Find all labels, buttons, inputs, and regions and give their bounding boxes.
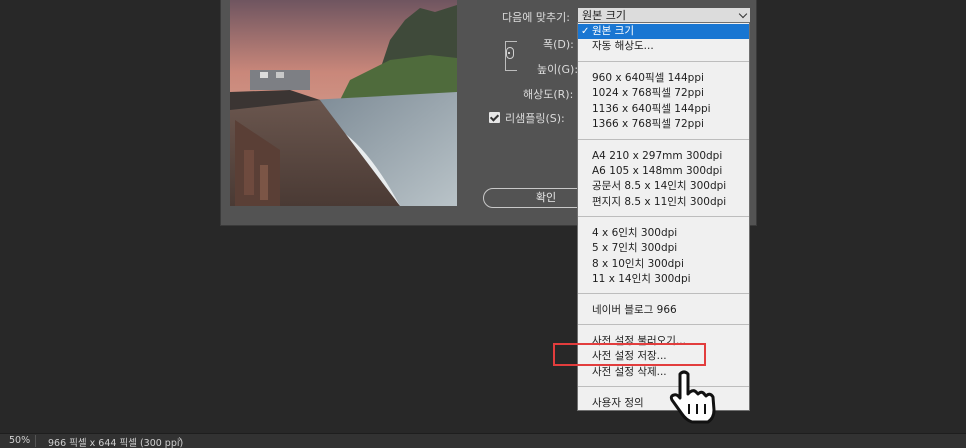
menu-item-preset[interactable]: 5 x 7인치 300dpi [578, 241, 749, 256]
chevron-right-icon[interactable]: › [178, 434, 182, 445]
status-divider [35, 435, 36, 447]
menu-item-original-size[interactable]: ✓ 원본 크기 [578, 24, 749, 39]
menu-item-preset[interactable]: 1024 x 768픽셀 72ppi [578, 86, 749, 101]
status-bar: 50% 966 픽셀 x 644 픽셀 (300 ppi) › [0, 433, 966, 448]
chevron-down-icon [738, 9, 748, 19]
menu-item-preset[interactable]: A4 210 x 297mm 300dpi [578, 149, 749, 164]
resample-checkbox[interactable] [489, 112, 500, 123]
menu-separator [578, 61, 749, 62]
menu-item-preset[interactable]: 4 x 6인치 300dpi [578, 226, 749, 241]
preview-photo [230, 0, 457, 206]
menu-item-preset[interactable]: 공문서 8.5 x 14인치 300dpi [578, 179, 749, 194]
resolution-label: 해상도(R): [523, 88, 574, 101]
menu-item-preset[interactable]: 편지지 8.5 x 11인치 300dpi [578, 195, 749, 210]
menu-separator [578, 293, 749, 294]
chain-link-icon[interactable] [506, 47, 514, 59]
menu-separator [578, 324, 749, 325]
height-label: 높이(G): [537, 63, 579, 76]
menu-item-preset[interactable]: 960 x 640픽셀 144ppi [578, 71, 749, 86]
menu-item-preset[interactable]: 11 x 14인치 300dpi [578, 272, 749, 287]
menu-separator [578, 216, 749, 217]
menu-item-auto-resolution[interactable]: 자동 해상도... [578, 39, 749, 54]
menu-separator [578, 139, 749, 140]
checkmark-icon: ✓ [581, 26, 590, 37]
fit-to-value: 원본 크기 [582, 9, 626, 22]
image-preview[interactable] [230, 0, 457, 206]
document-info: 966 픽셀 x 644 픽셀 (300 ppi) [48, 438, 184, 448]
zoom-level[interactable]: 50% [9, 435, 30, 446]
menu-item-preset[interactable]: A6 105 x 148mm 300dpi [578, 164, 749, 179]
width-label: 폭(D): [543, 38, 574, 51]
highlight-annotation [553, 343, 706, 366]
menu-item-preset[interactable]: 8 x 10인치 300dpi [578, 257, 749, 272]
resample-label: 리샘플링(S): [505, 112, 565, 125]
menu-item-preset[interactable]: 1366 x 768픽셀 72ppi [578, 117, 749, 132]
hand-pointer-icon [669, 370, 716, 424]
menu-item-preset[interactable]: 1136 x 640픽셀 144ppi [578, 102, 749, 117]
fit-to-label: 다음에 맞추기: [502, 11, 570, 24]
menu-item-naver-blog[interactable]: 네이버 블로그 966 [578, 303, 749, 318]
